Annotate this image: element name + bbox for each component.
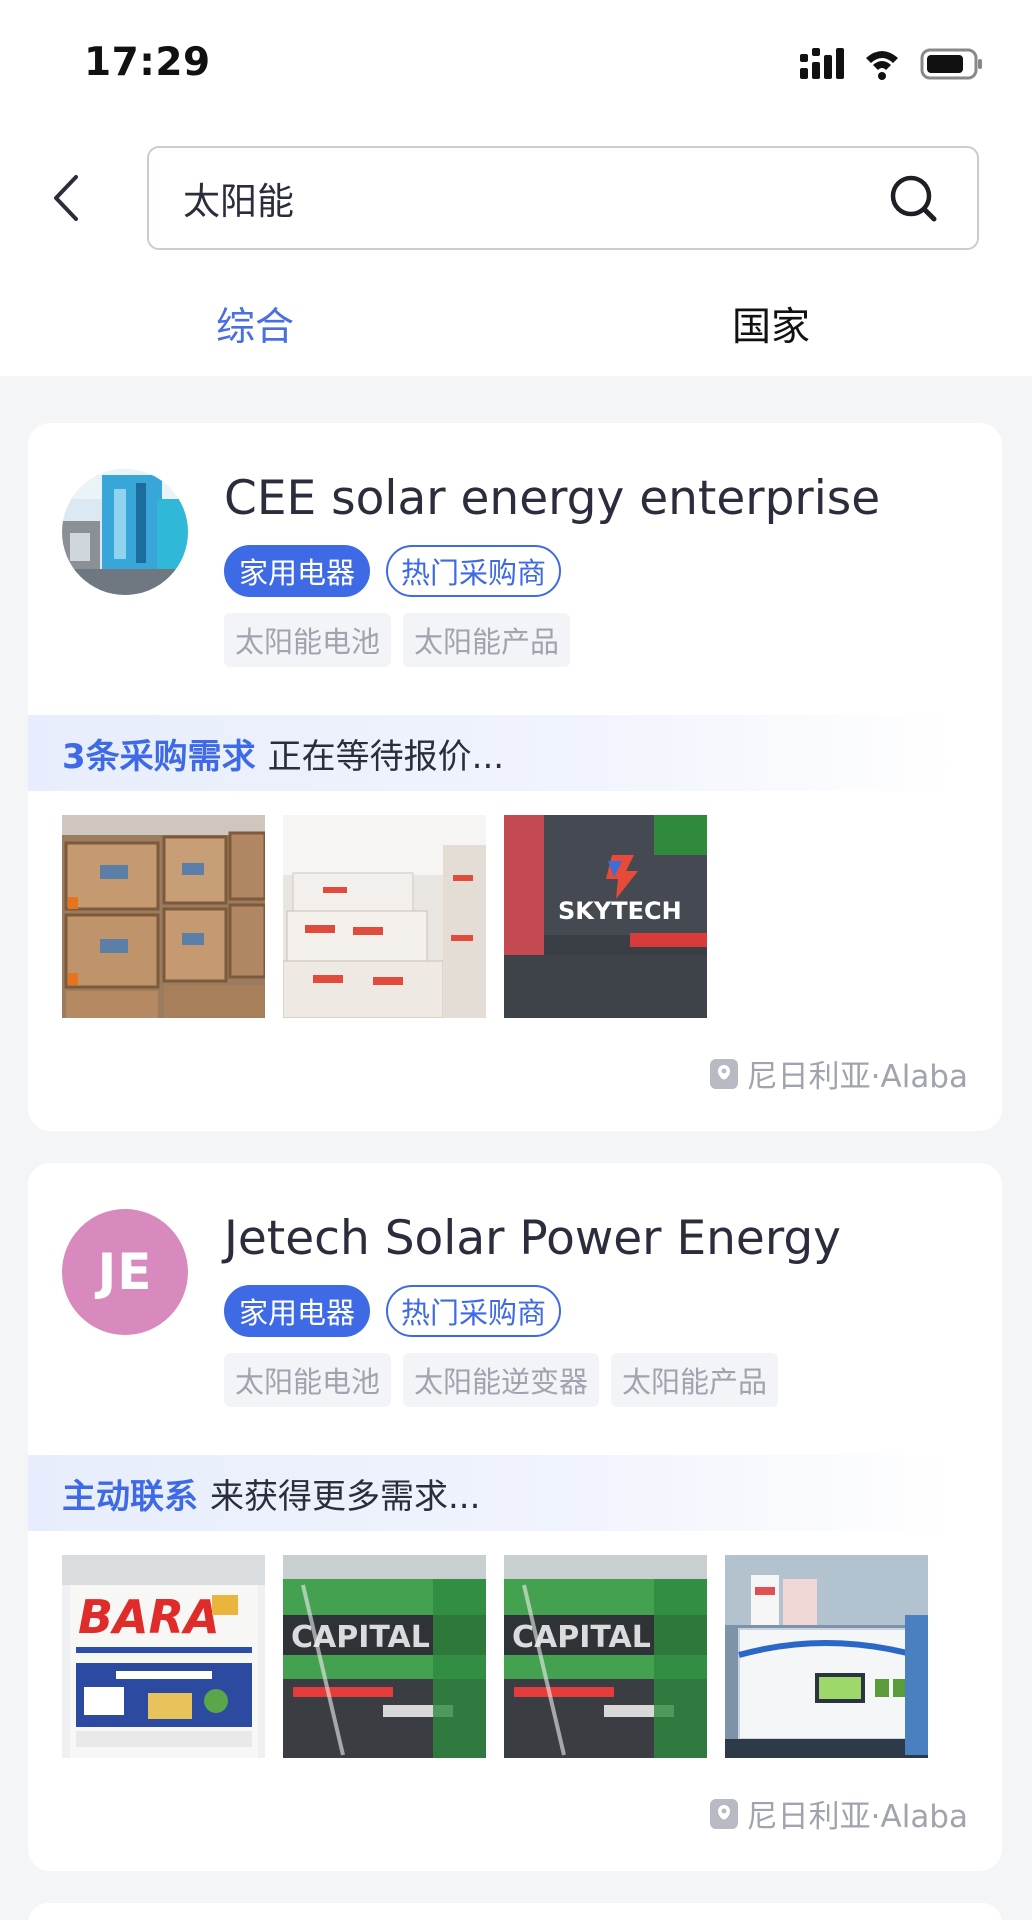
avatar: JE xyxy=(62,1209,188,1335)
back-button[interactable] xyxy=(44,168,88,228)
product-photo[interactable] xyxy=(62,815,265,1018)
tab-country[interactable]: 国家 xyxy=(732,296,810,352)
product-photo[interactable] xyxy=(725,1555,928,1758)
chevron-left-icon xyxy=(54,175,78,221)
status-time: 17:29 xyxy=(84,40,211,85)
company-name[interactable]: Jetech Solar Power Energy xyxy=(224,1211,841,1266)
wifi-icon xyxy=(866,51,898,80)
demand-text: 来获得更多需求... xyxy=(210,1476,481,1517)
company-name[interactable]: CEE solar energy enterprise xyxy=(224,471,880,526)
tag-row: 太阳能电池 太阳能逆变器 太阳能产品 xyxy=(224,1353,779,1407)
product-photo[interactable]: BARA xyxy=(62,1555,265,1758)
result-card[interactable] xyxy=(28,1903,1002,1920)
product-tag: 太阳能产品 xyxy=(403,613,571,667)
location-text: 尼日利亚·Alaba xyxy=(746,1059,968,1095)
product-photo[interactable]: CAPITAL xyxy=(283,1555,486,1758)
result-card[interactable]: JE Jetech Solar Power Energy 家用电器 热门采购商 … xyxy=(28,1163,1002,1871)
status-icons xyxy=(800,48,982,80)
demand-highlight: 主动联系 xyxy=(62,1476,198,1517)
header: 17:29 综合 国家 xyxy=(0,0,1032,376)
result-card[interactable]: CEE solar energy enterprise 家用电器 热门采购商 太… xyxy=(28,423,1002,1131)
demand-banner[interactable]: 3条采购需求 正在等待报价... xyxy=(28,715,958,791)
location-pin-icon xyxy=(709,1058,738,1089)
tag-row: 太阳能电池 太阳能产品 xyxy=(224,613,571,667)
product-tag: 太阳能电池 xyxy=(224,1353,392,1407)
battery-icon xyxy=(920,48,982,80)
location: 尼日利亚·Alaba xyxy=(709,1791,968,1836)
search-box[interactable] xyxy=(147,146,979,250)
photo-row: SKYTECH xyxy=(62,815,707,1018)
avatar xyxy=(62,469,188,595)
location-pin-icon xyxy=(709,1798,738,1829)
product-tag: 太阳能电池 xyxy=(224,613,392,667)
category-badge: 家用电器 xyxy=(224,1285,371,1337)
search-input[interactable] xyxy=(183,148,863,248)
photo-row: BARA CAPITAL CAPITAL xyxy=(62,1555,928,1758)
hot-buyer-badge: 热门采购商 xyxy=(386,1285,562,1337)
cellular-signal-icon xyxy=(800,48,844,79)
avatar-photo xyxy=(62,469,188,595)
search-icon[interactable] xyxy=(889,174,939,224)
category-badge: 家用电器 xyxy=(224,545,371,597)
location-text: 尼日利亚·Alaba xyxy=(746,1799,968,1835)
hot-buyer-badge: 热门采购商 xyxy=(386,545,562,597)
photo-brand-text: SKYTECH xyxy=(558,897,682,925)
product-photo[interactable] xyxy=(283,815,486,1018)
product-tag: 太阳能产品 xyxy=(611,1353,779,1407)
product-photo[interactable]: SKYTECH xyxy=(504,815,707,1018)
badge-row: 家用电器 热门采购商 xyxy=(224,545,562,597)
product-tag: 太阳能逆变器 xyxy=(403,1353,600,1407)
photo-brand-text: BARA xyxy=(78,1590,220,1644)
tab-all[interactable]: 综合 xyxy=(216,296,294,352)
location: 尼日利亚·Alaba xyxy=(709,1051,968,1096)
demand-text: 正在等待报价... xyxy=(267,736,505,777)
demand-highlight: 3条采购需求 xyxy=(62,736,256,777)
badge-row: 家用电器 热门采购商 xyxy=(224,1285,562,1337)
product-photo[interactable]: CAPITAL xyxy=(504,1555,707,1758)
demand-banner[interactable]: 主动联系 来获得更多需求... xyxy=(28,1455,958,1531)
